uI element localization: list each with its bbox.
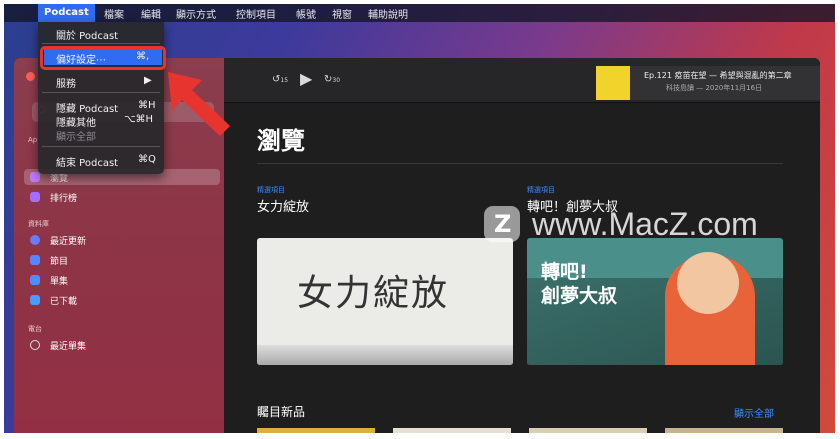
menu-item-label: 結束 Podcast [56,158,119,169]
menu-controls[interactable]: 控制項目 [236,6,276,21]
podcast-thumbnail[interactable] [529,428,647,433]
submenu-arrow-icon: ▶ [144,75,152,86]
watermark-text: www.MacZ.com [532,206,758,242]
sidebar-item-label: 已下載 [50,297,78,307]
menu-podcast[interactable]: Podcast [38,4,95,22]
menu-view[interactable]: 顯示方式 [176,6,216,21]
watermark-logo-letter: Z [494,210,512,238]
sidebar-item-downloaded[interactable]: 已下載 [24,292,220,308]
podcast-thumbnail[interactable] [665,428,783,433]
desktop: Podcast 檔案 編輯 顯示方式 控制項目 帳號 視窗 輔助說明 Q Ap … [4,4,835,433]
apple-icon[interactable] [14,6,24,18]
skip-back-seconds: 15 [280,77,289,84]
clock-icon [30,235,40,245]
menu-edit[interactable]: 編輯 [141,6,161,21]
show-all-link[interactable]: 顯示全部 [734,405,774,420]
now-playing-subtitle: 科技島讀 — 2020年11月16日 [666,84,763,92]
menu-item-shortcut: ⌘H [138,100,156,111]
annotation-arrow-icon [168,72,230,136]
download-icon [30,295,40,305]
podcast-app-menu: 關於 Podcast 偏好設定⋯ ⌘, 服務 ▶ 隱藏 Podcast ⌘H 隱藏其他… [38,22,164,174]
shows-icon [30,255,40,265]
browse-content: 瀏覽 精選項目 女力綻放 女力綻放 精選項目 轉吧！創夢大叔 轉吧! 創夢大叔 矚… [224,103,820,433]
card-art-line-1: 轉吧! [541,261,588,283]
sidebar-item-charts[interactable]: 排行榜 [24,189,220,205]
card-artwork-text: 轉吧! 創夢大叔 [541,260,617,308]
sidebar-item-label: 最近更新 [50,237,87,247]
watermark-logo-icon: Z [484,206,520,242]
card-artwork-text: 女力綻放 [297,273,450,314]
player-toolbar: ↺15 ▶ ↻30 Ep.121 疫苗在望 — 希望與混亂的第二章 科技島讀 —… [224,58,820,103]
sidebar-item-shows[interactable]: 節目 [24,252,220,268]
now-playing-title: Ep.121 疫苗在望 — 希望與混亂的第二章 [644,71,792,80]
watermark: Z www.MacZ.com [484,202,834,248]
card-title[interactable]: 女力綻放 [257,196,309,215]
skip-forward-button[interactable]: ↻30 [324,74,340,85]
card-artwork-decoration [257,345,513,365]
section-library: 資料庫 [28,220,49,228]
sidebar-item-label: 節目 [50,257,69,267]
section-station: 電台 [28,325,42,333]
menu-account[interactable]: 帳號 [296,6,316,21]
podcast-thumbnail[interactable] [257,428,375,433]
menu-item-show-all: 顯示全部 [56,132,96,143]
menu-item-about[interactable]: 關於 Podcast [56,27,118,42]
section-apple-podcasts: Ap [28,136,38,144]
card-artwork-face [677,252,739,314]
charts-icon [30,192,40,202]
skip-back-button[interactable]: ↺15 [272,74,288,85]
page-title: 瀏覽 [257,127,305,155]
menu-file[interactable]: 檔案 [104,6,124,21]
sidebar-item-recent[interactable]: 最近更新 [24,232,220,248]
menu-item-hide-others[interactable]: 隱藏其他 ⌥⌘H [56,114,153,129]
card-kicker: 精選項目 [257,186,285,194]
divider [257,163,783,164]
card-kicker: 精選項目 [527,186,555,194]
menu-item-label: 服務 [56,79,76,90]
podcast-thumbnail[interactable] [393,428,511,433]
skip-forward-seconds: 30 [332,77,341,84]
menu-separator [42,43,160,44]
now-playing[interactable]: Ep.121 疫苗在望 — 希望與混亂的第二章 科技島讀 — 2020年11月1… [596,66,820,100]
featured-card[interactable]: 女力綻放 [257,238,513,365]
menu-help[interactable]: 輔助說明 [368,6,408,21]
menu-separator [42,146,160,147]
menu-item-quit[interactable]: 結束 Podcast ⌘Q [56,154,156,169]
episodes-icon [30,275,40,285]
menu-window[interactable]: 視窗 [332,6,352,21]
close-window-button[interactable] [26,72,35,81]
card-art-line-2: 創夢大叔 [541,285,618,307]
play-button[interactable]: ▶ [300,69,312,88]
new-releases-row [257,428,783,433]
podcast-icon [30,172,40,182]
sidebar-item-label: 單集 [50,277,69,287]
menu-separator [42,92,160,93]
highlight-box [40,46,166,70]
menu-item-services[interactable]: 服務 ▶ [56,75,152,90]
episode-artwork [596,66,630,100]
sidebar-item-episodes[interactable]: 單集 [24,272,220,288]
menu-item-hide[interactable]: 隱藏 Podcast ⌘H [56,100,156,115]
sidebar-item-label: 最近單集 [50,342,87,352]
station-icon [30,340,40,350]
featured-card[interactable]: 轉吧! 創夢大叔 [527,238,783,365]
menu-item-shortcut: ⌥⌘H [124,114,154,125]
sidebar-item-label: 排行榜 [50,194,78,204]
menu-bar: Podcast 檔案 編輯 顯示方式 控制項目 帳號 視窗 輔助說明 [4,4,835,22]
menu-item-shortcut: ⌘Q [138,154,156,165]
section-title: 矚目新品 [257,405,306,419]
sidebar-item-station[interactable]: 最近單集 [24,337,220,353]
